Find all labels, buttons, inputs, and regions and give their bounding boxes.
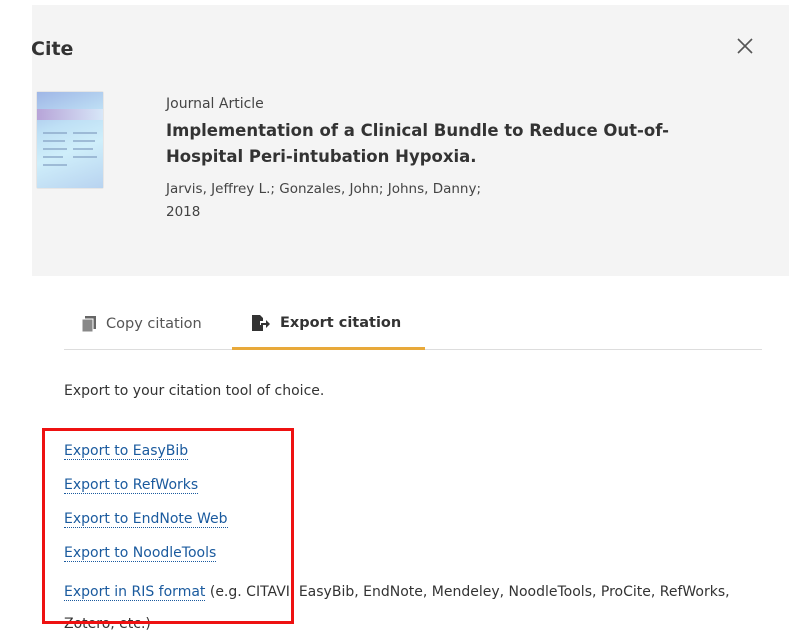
tab-label: Copy citation [106, 315, 202, 332]
journal-cover-image [37, 92, 103, 188]
copy-icon [82, 315, 96, 332]
citation-tabs: Copy citation Export citation [64, 298, 762, 350]
record-title: Implementation of a Clinical Bundle to R… [166, 121, 669, 166]
export-endnote-web-link[interactable]: Export to EndNote Web [64, 511, 228, 528]
record-meta: Journal Article Implementation of a Clin… [166, 94, 686, 222]
close-icon [737, 38, 753, 54]
record-year: 2018 [166, 204, 201, 220]
tab-copy-citation[interactable]: Copy citation [82, 298, 202, 349]
tab-export-citation[interactable]: Export citation [232, 298, 425, 350]
export-links: Export to EasyBib Export to RefWorks Exp… [64, 440, 754, 640]
tab-label: Export citation [280, 314, 402, 331]
export-intro: Export to your citation tool of choice. [64, 383, 325, 399]
close-button[interactable] [735, 36, 755, 56]
export-refworks-link[interactable]: Export to RefWorks [64, 477, 199, 494]
export-icon [252, 314, 270, 331]
document-type: Journal Article [166, 96, 264, 112]
ris-export-row: Export in RIS format (e.g. CITAVI, EasyB… [64, 576, 754, 640]
export-noodletools-link[interactable]: Export to NoodleTools [64, 545, 217, 562]
export-ris-link[interactable]: Export in RIS format [64, 584, 206, 601]
record-authors: Jarvis, Jeffrey L.; Gonzales, John; John… [166, 181, 482, 197]
export-easybib-link[interactable]: Export to EasyBib [64, 443, 189, 460]
modal-title: Cite [31, 38, 74, 60]
